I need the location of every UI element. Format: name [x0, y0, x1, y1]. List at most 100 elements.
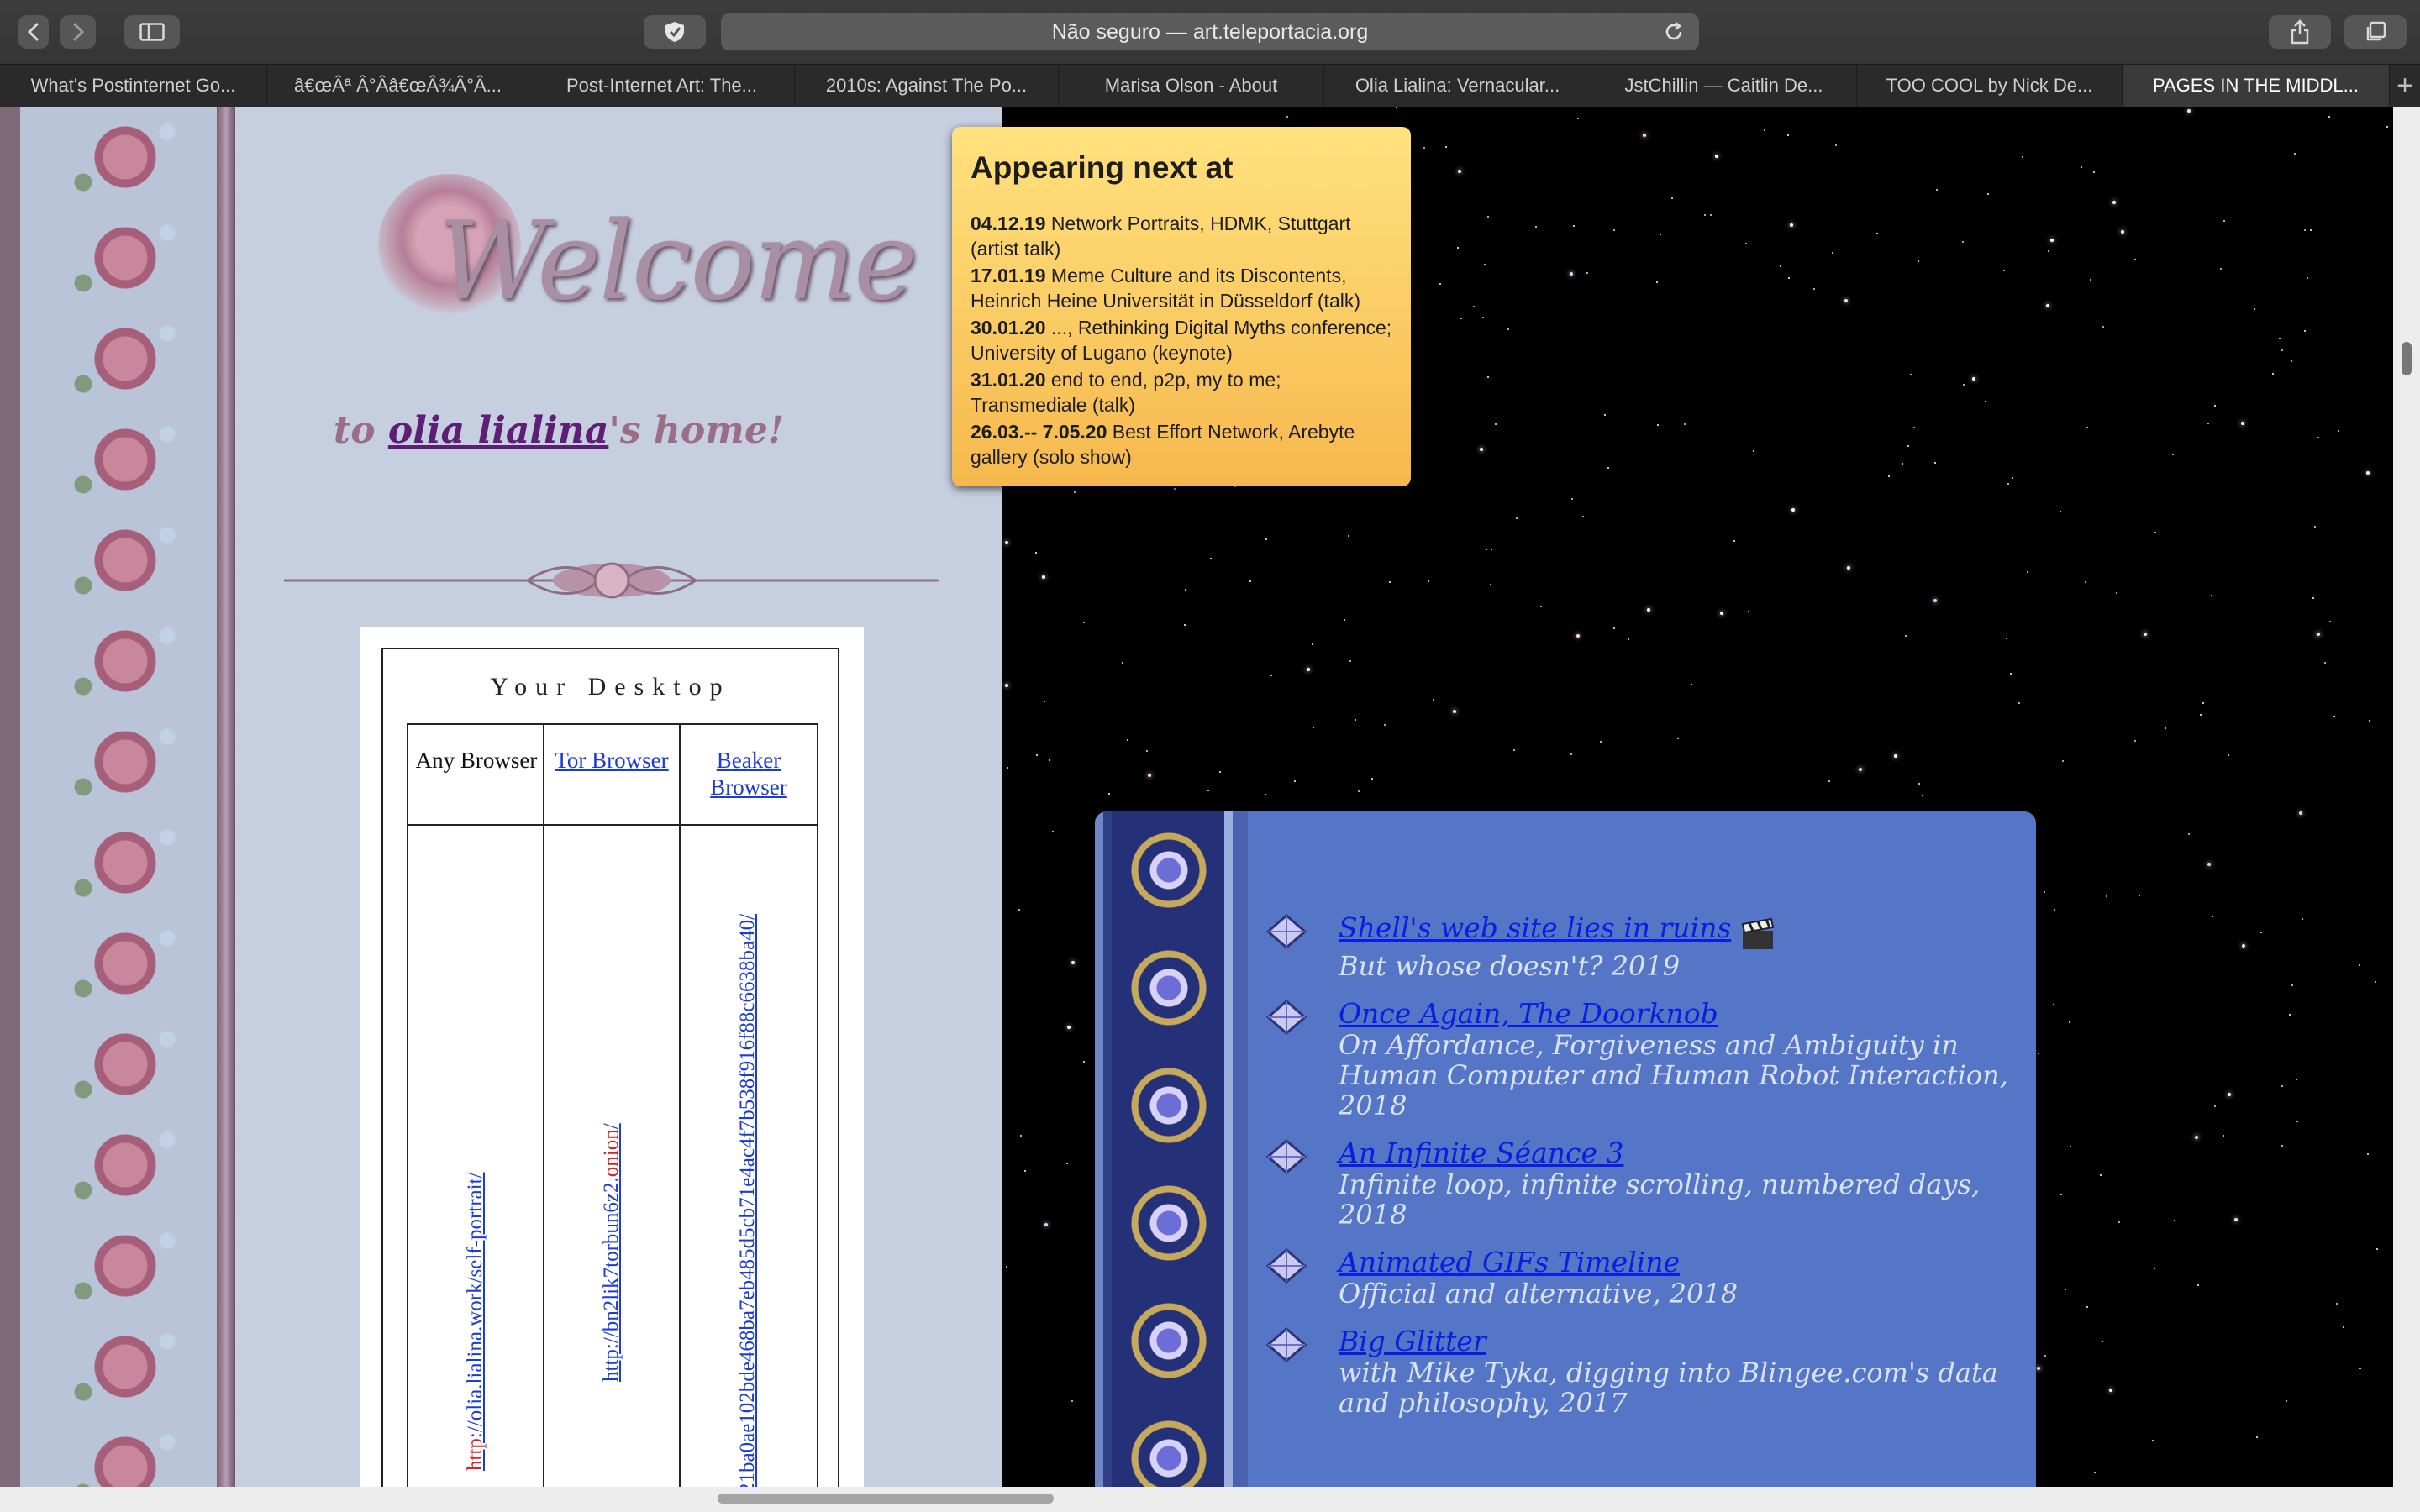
star-dot — [2100, 1174, 2102, 1176]
star-dot — [2254, 308, 2255, 310]
horizontal-scrollbar[interactable] — [0, 1487, 2420, 1512]
star-dot — [1127, 739, 1128, 741]
star-dot — [1423, 147, 1425, 149]
tab-post-internet-art[interactable]: Post-Internet Art: The... — [529, 65, 795, 107]
star-dot — [1265, 794, 1266, 795]
star-dot — [1487, 216, 1489, 218]
works-list: Shell's web site lies in ruins But whose… — [1265, 911, 2011, 1435]
tab-bar: What's Postinternet Go... â€œÂª Â°Ââ€œÂ¾… — [0, 64, 2420, 108]
star-dot — [2093, 171, 2095, 173]
forward-icon — [72, 22, 85, 42]
forward-button[interactable] — [60, 15, 96, 49]
header-any-browser: Any Browser — [415, 748, 538, 773]
star-dot — [2060, 511, 2061, 512]
star-dot — [1358, 790, 1360, 792]
star-dot — [2200, 714, 2202, 716]
star-dot — [1828, 780, 1830, 782]
star-dot — [2037, 1367, 2040, 1370]
onion-link[interactable]: http://bn2lik7torbun6z2.onion/ — [600, 1123, 623, 1382]
star-dot — [1049, 759, 1050, 761]
back-icon — [27, 22, 39, 42]
star-dot — [1445, 146, 1447, 148]
event-item: 30.01.20 ..., Rethinking Digital Myths c… — [971, 315, 1399, 365]
vertical-scroll-thumb[interactable] — [2402, 342, 2412, 375]
star-dot — [1122, 662, 1123, 664]
star-dot — [1005, 684, 1008, 687]
work-link[interactable]: Shell's web site lies in ruins — [1339, 911, 1731, 944]
event-item: 17.01.19 Meme Culture and its Discontent… — [971, 263, 1399, 313]
tab-jstchillin[interactable]: JstChillin — Caitlin De... — [1591, 65, 1857, 107]
star-dot — [2003, 270, 2005, 271]
star-dot — [1748, 611, 1749, 612]
star-dot — [2242, 944, 2245, 948]
star-dot — [2187, 109, 2191, 113]
vertical-scrollbar[interactable] — [2393, 107, 2420, 1487]
star-dot — [1513, 749, 1515, 751]
star-dot — [2317, 633, 2320, 636]
tab-postinternet[interactable]: What's Postinternet Go... — [0, 65, 267, 107]
star-dot — [1813, 288, 1815, 290]
star-dot — [2366, 471, 2370, 475]
star-dot — [2376, 1248, 2378, 1250]
work-link[interactable]: An Infinite Séance 3 — [1339, 1137, 1624, 1169]
star-dot — [1453, 710, 1456, 713]
star-dot — [1491, 549, 1492, 550]
tab-too-cool[interactable]: TOO COOL by Nick De... — [1857, 65, 2123, 107]
work-description: But whose doesn't? 2019 — [1339, 949, 1681, 982]
star-dot — [2211, 595, 2212, 596]
star-dot — [2053, 1004, 2054, 1005]
work-link[interactable]: Once Again, The Doorknob — [1339, 997, 1718, 1030]
tab-2010s[interactable]: 2010s: Against The Po... — [795, 65, 1059, 107]
tabs-overview-button[interactable] — [2344, 15, 2407, 49]
self-portrait-link[interactable]: http://olia.lialina.work/self-portrait/ — [464, 1173, 487, 1471]
diamond-bullet-icon — [1265, 914, 1307, 949]
star-dot — [1913, 427, 1915, 428]
event-date: 17.01.19 — [971, 265, 1046, 286]
star-dot — [1715, 155, 1718, 158]
star-dot — [1684, 423, 1686, 425]
tab-olia-lialina[interactable]: Olia Lialina: Vernacular... — [1324, 65, 1591, 107]
beaker-hash-link[interactable]: 21ba0ae102bde468ba7eb485d5cb71e4ac4f7b53… — [736, 914, 760, 1487]
horizontal-scroll-thumb[interactable] — [718, 1494, 1054, 1504]
sidebar-button[interactable] — [124, 15, 180, 49]
star-dot — [1788, 277, 1790, 279]
reload-button[interactable] — [1662, 20, 1686, 50]
welcome-banner: Welcome — [361, 165, 918, 324]
star-dot — [2360, 1368, 2361, 1369]
work-link[interactable]: Big Glitter — [1339, 1325, 1486, 1357]
list-item: Big Glitter with Mike Tyka, digging into… — [1265, 1325, 2011, 1418]
star-dot — [1894, 754, 1897, 758]
tab-garbled[interactable]: â€œÂª Â°Ââ€œÂ¾Â°Â... — [267, 65, 529, 107]
table-divider — [408, 824, 817, 826]
star-dot — [2188, 833, 2190, 835]
star-dot — [2314, 526, 2316, 528]
star-dot — [2070, 1146, 2071, 1147]
beaker-browser-link[interactable]: Beaker Browser — [681, 747, 817, 801]
privacy-report-button[interactable] — [644, 15, 706, 49]
share-button[interactable] — [2269, 15, 2331, 49]
star-dot — [1573, 225, 1575, 227]
share-icon — [2291, 19, 2309, 45]
star-dot — [2195, 1136, 2198, 1139]
star-dot — [1005, 541, 1008, 544]
star-dot — [2054, 909, 2055, 911]
tab-marisa-olson[interactable]: Marisa Olson - About — [1059, 65, 1324, 107]
star-dot — [2272, 373, 2274, 375]
star-dot — [2202, 702, 2204, 704]
star-dot — [2281, 1145, 2283, 1147]
star-dot — [1071, 961, 1075, 964]
star-dot — [1044, 1223, 1048, 1226]
tor-browser-link[interactable]: Tor Browser — [544, 747, 679, 774]
browser-links-table: Any Browser Tor Browser Beaker Browser h… — [407, 723, 818, 1487]
back-button[interactable] — [18, 15, 49, 49]
star-dot — [2022, 156, 2023, 158]
star-dot — [2324, 662, 2326, 664]
star-dot — [2299, 811, 2302, 815]
star-dot — [1313, 727, 1314, 728]
address-bar[interactable]: Não seguro — art.teleportacia.org — [721, 13, 1699, 50]
olia-lialina-link[interactable]: olia lialina — [388, 409, 608, 452]
new-tab-button[interactable]: + — [2390, 65, 2420, 107]
star-dot — [1844, 299, 1848, 302]
tab-pages-in-the-middle[interactable]: PAGES IN THE MIDDL... — [2123, 65, 2390, 107]
work-link[interactable]: Animated GIFs Timeline — [1339, 1246, 1680, 1278]
